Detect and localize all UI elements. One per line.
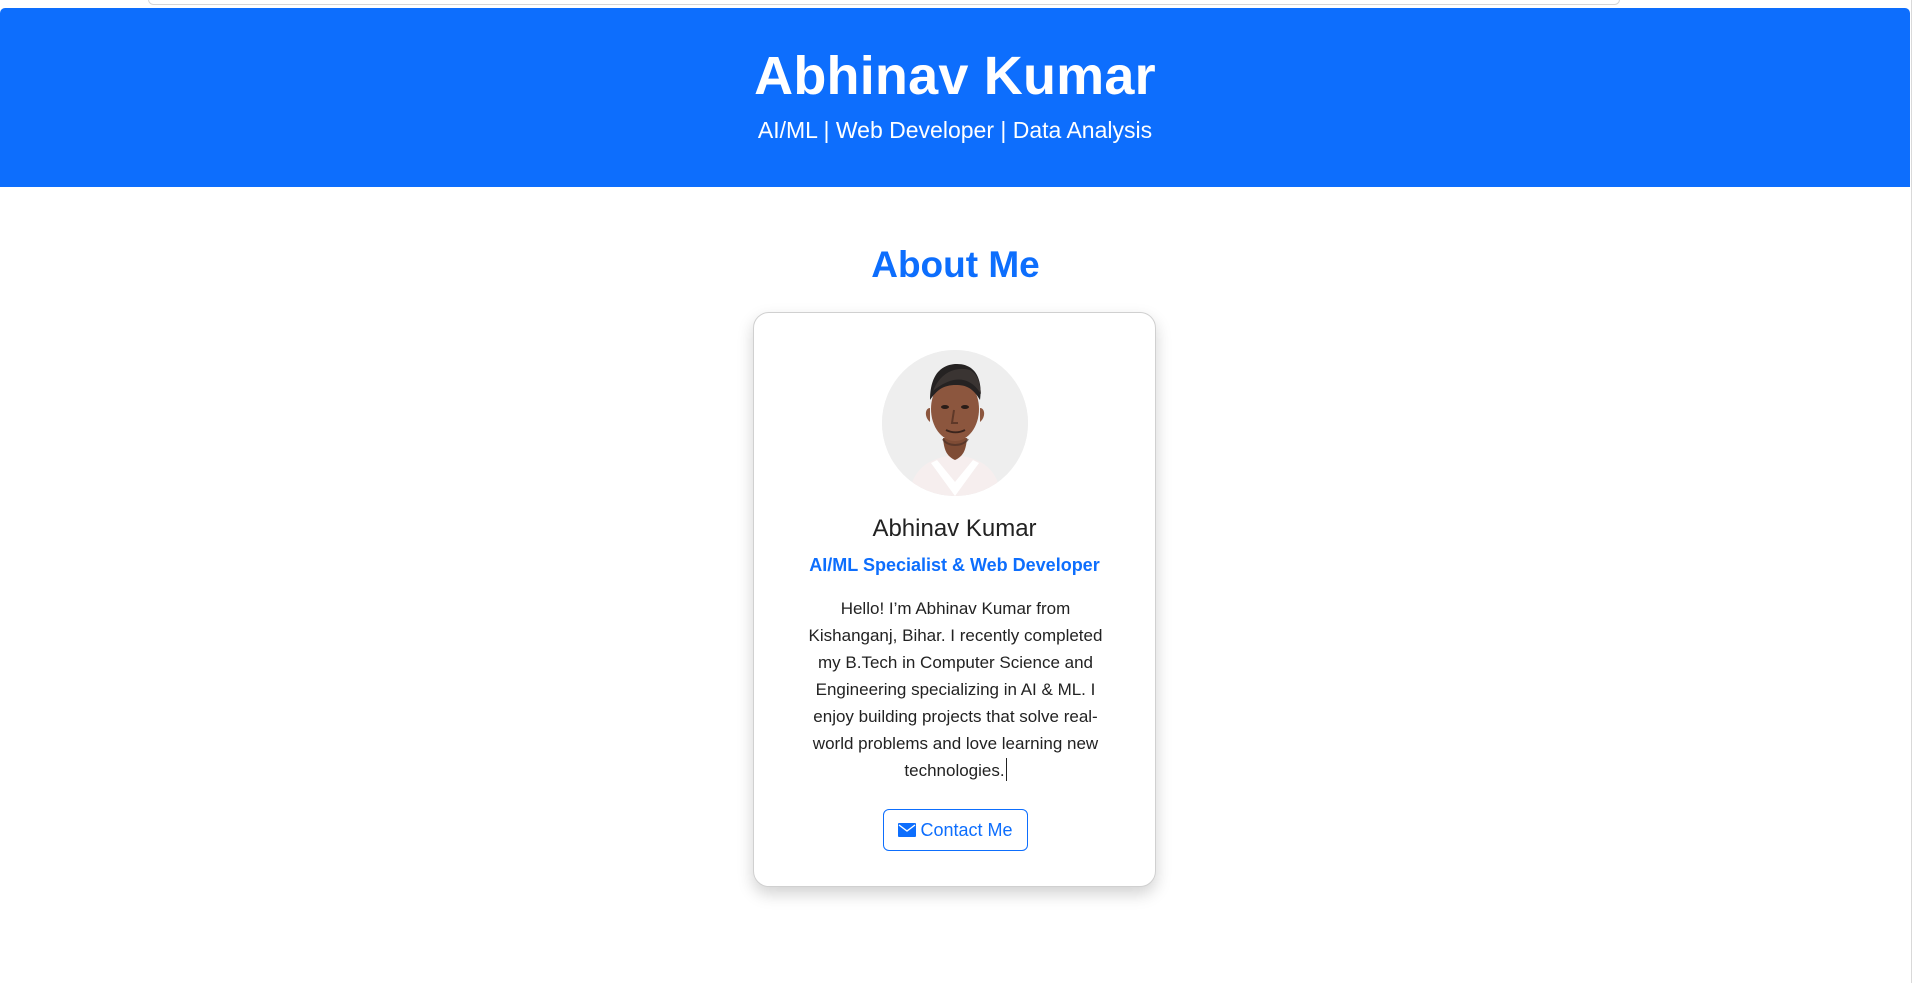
portfolio-page: Abhinav Kumar AI/ML | Web Developer | Da…	[0, 0, 1912, 983]
about-section-title: About Me	[871, 244, 1040, 285]
profile-avatar	[882, 350, 1028, 496]
browser-viewport: Abhinav Kumar AI/ML | Web Developer | Da…	[0, 0, 1913, 983]
profile-name: Abhinav Kumar	[872, 515, 1037, 542]
profile-photo	[882, 350, 1028, 496]
hero-title: Abhinav Kumar	[754, 46, 1156, 106]
profile-card: Abhinav Kumar AI/ML Specialist & Web Dev…	[753, 312, 1156, 887]
hero-subtitle: AI/ML | Web Developer | Data Analysis	[757, 117, 1153, 143]
contact-me-button[interactable]: Contact Me	[883, 809, 1028, 851]
profile-bio-text: Hello! I’m Abhinav Kumar from Kishanganj…	[808, 599, 1103, 780]
profile-bio: Hello! I’m Abhinav Kumar from Kishanganj…	[798, 595, 1113, 784]
hero-header: Abhinav Kumar AI/ML | Web Developer | Da…	[0, 8, 1910, 187]
contact-button-label: Contact Me	[920, 820, 1013, 840]
envelope-icon	[898, 823, 917, 837]
profile-role: AI/ML Specialist & Web Developer	[809, 555, 1100, 575]
text-cursor	[1005, 758, 1007, 781]
top-rounded-strip	[148, 0, 1620, 5]
